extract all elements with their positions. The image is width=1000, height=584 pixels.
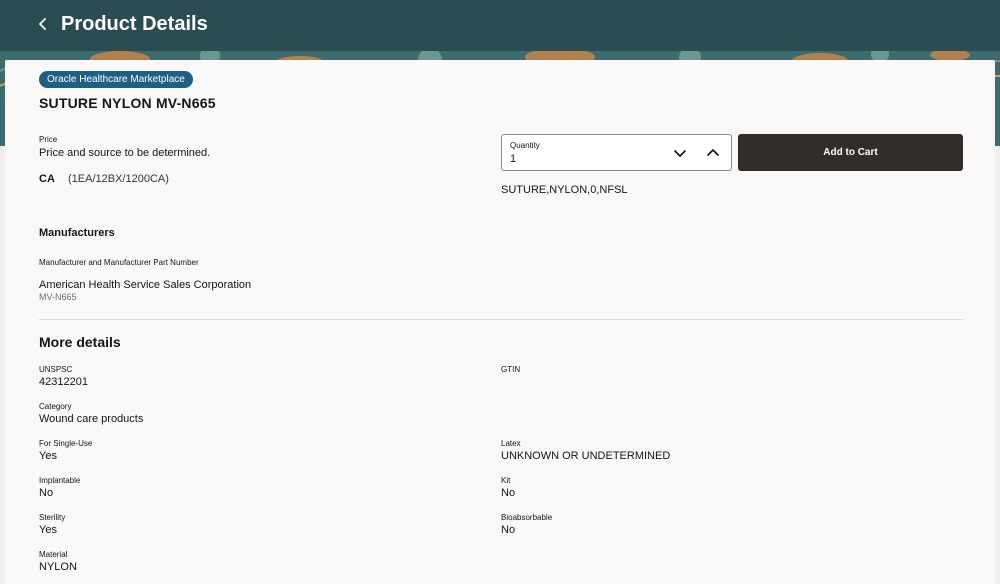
kit-label: Kit xyxy=(501,476,511,485)
page-title: Product Details xyxy=(61,13,208,35)
app-header: Product Details xyxy=(0,0,1000,51)
implantable-label: Implantable xyxy=(39,476,81,485)
single-use-label: For Single-Use xyxy=(39,439,93,448)
sterility-value: Yes xyxy=(39,524,57,536)
manufacturer-name: American Health Service Sales Corporatio… xyxy=(39,279,252,291)
bioabsorbable-label: Bioabsorbable xyxy=(501,513,553,522)
category-value: Wound care products xyxy=(39,413,144,425)
increase-quantity-button[interactable] xyxy=(704,144,722,162)
quantity-label: Quantity xyxy=(510,141,540,150)
quantity-input[interactable]: 1 xyxy=(510,152,516,166)
decrease-quantity-button[interactable] xyxy=(671,144,689,162)
product-description: SUTURE,NYLON,0,NFSL xyxy=(501,184,628,196)
quantity-stepper[interactable]: Quantity 1 xyxy=(501,134,732,171)
latex-value: UNKNOWN OR UNDETERMINED xyxy=(501,450,671,462)
unspsc-value: 42312201 xyxy=(39,376,88,388)
sterility-label: Sterility xyxy=(39,513,66,522)
latex-label: Latex xyxy=(501,439,521,448)
material-label: Material xyxy=(39,550,68,559)
single-use-value: Yes xyxy=(39,450,57,462)
implantable-value: No xyxy=(39,487,54,499)
chevron-down-icon xyxy=(674,150,686,157)
gtin-label: GTIN xyxy=(501,365,521,374)
chevron-up-icon xyxy=(707,149,719,156)
manufacturer-column-label: Manufacturer and Manufacturer Part Numbe… xyxy=(39,258,199,267)
material-value: NYLON xyxy=(39,561,77,573)
marketplace-badge: Oracle Healthcare Marketplace xyxy=(39,71,193,88)
kit-value: No xyxy=(501,487,516,499)
pack-size: (1EA/12BX/1200CA) xyxy=(68,173,169,185)
add-to-cart-button[interactable]: Add to Cart xyxy=(738,134,963,171)
bioabsorbable-value: No xyxy=(501,524,516,536)
price-value: Price and source to be determined. xyxy=(39,147,211,159)
uom-label: CA xyxy=(39,173,55,185)
more-details-title: More details xyxy=(39,334,121,350)
price-label: Price xyxy=(39,135,58,144)
manufacturers-title: Manufacturers xyxy=(39,227,115,239)
back-button[interactable] xyxy=(33,14,53,34)
section-divider xyxy=(39,319,963,320)
unspsc-label: UNSPSC xyxy=(39,365,73,374)
product-name: SUTURE NYLON MV-N665 xyxy=(39,95,216,111)
manufacturer-part-number: MV-N665 xyxy=(39,292,77,302)
chevron-left-icon xyxy=(39,18,46,30)
category-label: Category xyxy=(39,402,72,411)
